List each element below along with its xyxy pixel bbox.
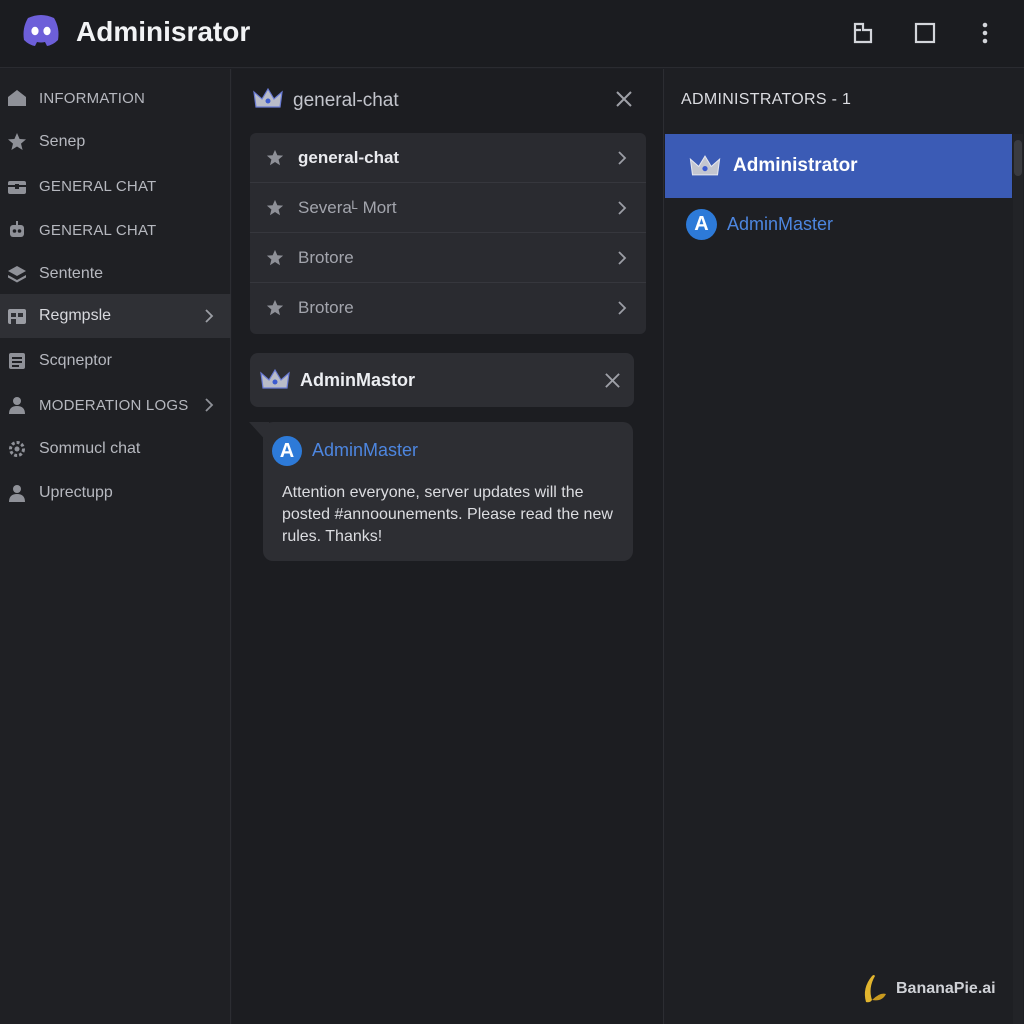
members-panel: ADMINISTRATORS - 1 Administrator A Admin…: [665, 69, 1024, 1024]
star-icon: [266, 299, 284, 316]
crown-icon: [260, 368, 290, 389]
sidebar-item-label: Scqneptor: [39, 352, 112, 369]
role-label: Administrator: [733, 155, 858, 176]
title-bar: Adminisrator: [0, 0, 1024, 68]
scrollbar-thumb[interactable]: [1014, 140, 1022, 176]
sidebar-item-information[interactable]: INFORMATION: [0, 76, 231, 120]
chevron-right-icon: [618, 201, 627, 215]
channel-header-title: general-chat: [293, 90, 399, 111]
star-icon: [266, 249, 284, 266]
sidebar-item-label: Uprectupp: [39, 484, 113, 501]
document-icon: [9, 353, 25, 369]
dm-title: AdminMastor: [300, 370, 416, 390]
sidebar-item-general-chat-2[interactable]: GENERAL CHAT: [0, 208, 231, 252]
gear-icon: [9, 441, 25, 457]
app-title: Adminisrator: [76, 16, 251, 47]
home-icon: [8, 90, 26, 106]
stack-icon: [8, 266, 26, 283]
message-bubble: A AdminMaster Attention everyone, server…: [249, 422, 633, 561]
maximize-icon: [914, 22, 936, 44]
scrollbar[interactable]: [1013, 134, 1023, 1024]
sidebar-item-scqneptor[interactable]: Scqneptor: [0, 339, 231, 383]
channel-panel: general-chat general-chat Severaᴸ Mort B…: [232, 69, 664, 1024]
star-icon: [266, 149, 284, 166]
message-text: Attention everyone, server updates will …: [282, 484, 613, 545]
maximize-button[interactable]: [910, 18, 940, 48]
role-item-administrator[interactable]: Administrator: [665, 134, 1012, 198]
sidebar-item-label: Regmpsle: [39, 307, 112, 324]
channel-item-brotore-2[interactable]: Brotore: [250, 283, 646, 333]
sidebar-item-label: Sentente: [39, 265, 104, 282]
sidebar-item-label: MODERATION LOGS: [39, 396, 189, 414]
banana-icon: [864, 975, 886, 1003]
sidebar-item-label: Sommucl chat: [39, 440, 141, 457]
message-tail: [249, 422, 269, 444]
sidebar-item-senep[interactable]: Senep: [0, 120, 231, 164]
sidebar-item-label: INFORMATION: [39, 89, 146, 107]
crown-icon: [689, 155, 721, 176]
restore-window-button[interactable]: [848, 18, 878, 48]
chevron-right-icon: [618, 251, 627, 265]
member-name: AdminMaster: [727, 214, 834, 234]
chest-icon: [8, 181, 26, 194]
sidebar-item-regmpsle[interactable]: Regmpsle: [0, 294, 231, 338]
sidebar-item-label: Senep: [39, 133, 86, 150]
sidebar-item-label: GENERAL CHAT: [39, 177, 157, 195]
kebab-menu-icon: [982, 22, 988, 44]
sidebar-item-moderation-logs[interactable]: MODERATION LOGS: [0, 383, 231, 427]
chevron-right-icon: [618, 151, 627, 165]
user-icon: [9, 397, 25, 414]
star-icon: [8, 133, 26, 150]
avatar: A: [686, 209, 717, 240]
chevron-right-icon: [618, 301, 627, 315]
channel-list: general-chat Severaᴸ Mort Brotore Brotor…: [250, 133, 646, 334]
door-icon: [8, 309, 26, 324]
channel-label: Severaᴸ Mort: [298, 198, 397, 217]
channel-label: Brotore: [298, 298, 354, 317]
channel-item-general-chat[interactable]: general-chat: [250, 133, 646, 183]
discord-logo-icon[interactable]: [20, 12, 62, 48]
channel-item-several-mort[interactable]: Severaᴸ Mort: [250, 183, 646, 233]
watermark: BananaPie.ai: [860, 972, 1010, 1006]
sidebar: INFORMATION Senep GENERAL CHAT GENERAL C…: [0, 69, 231, 1024]
sidebar-item-general-chat[interactable]: GENERAL CHAT: [0, 164, 231, 208]
watermark-text: BananaPie.ai: [896, 980, 996, 997]
close-icon[interactable]: [615, 90, 633, 108]
sidebar-item-sommucl-chat[interactable]: Sommucl chat: [0, 427, 231, 471]
members-header: ADMINISTRATORS - 1: [681, 91, 852, 108]
channel-label: Brotore: [298, 248, 354, 267]
user-icon: [9, 485, 25, 502]
star-icon: [266, 199, 284, 216]
close-icon[interactable]: [604, 372, 621, 389]
restore-window-icon: [853, 22, 873, 44]
app-window: Adminisrator INFORMATION Senep GENERAL C…: [0, 0, 1024, 1024]
channel-item-brotore[interactable]: Brotore: [250, 233, 646, 283]
member-item[interactable]: A AdminMaster: [665, 207, 1012, 243]
chevron-right-icon: [205, 398, 214, 412]
avatar[interactable]: A: [272, 436, 302, 466]
more-options-button[interactable]: [970, 18, 1000, 48]
sidebar-item-sentente[interactable]: Sentente: [0, 252, 231, 296]
channel-label: general-chat: [298, 148, 400, 167]
sidebar-item-label: GENERAL CHAT: [39, 221, 157, 239]
robot-icon: [10, 221, 24, 237]
crown-icon: [253, 87, 283, 108]
direct-message-bar[interactable]: AdminMastor: [250, 353, 634, 407]
sidebar-item-uprectupp[interactable]: Uprectupp: [0, 471, 231, 515]
chevron-right-icon: [205, 309, 214, 323]
message-author[interactable]: AdminMaster: [312, 440, 418, 461]
